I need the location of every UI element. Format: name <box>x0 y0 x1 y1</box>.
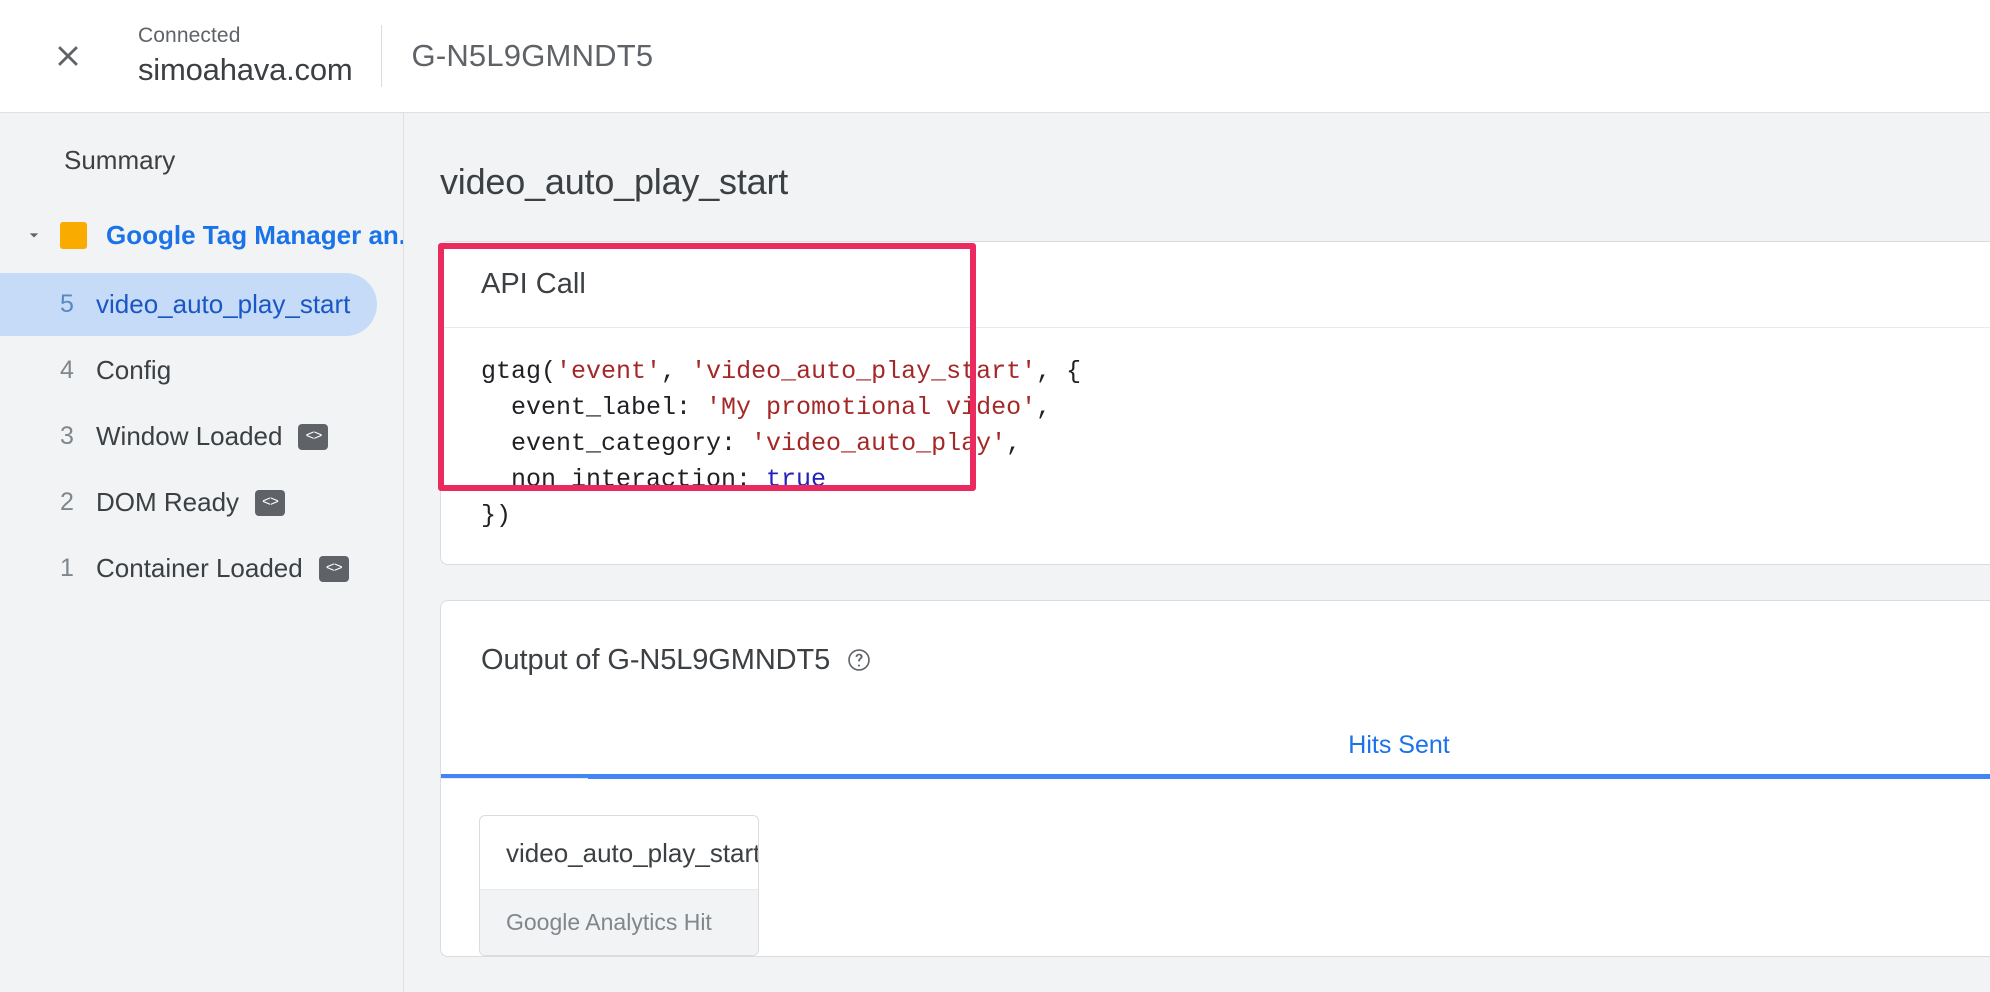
event-label: Window Loaded <box>96 421 283 451</box>
code-token: 'My promotional video' <box>706 393 1037 422</box>
code-token: gtag( <box>481 357 557 386</box>
code-badge-icon: <> <box>318 555 349 582</box>
summary-label: Summary <box>64 144 176 175</box>
sidebar-group-label: Google Tag Manager an... <box>106 219 403 250</box>
output-title: Output of G-N5L9GMNDT5 <box>481 643 831 676</box>
code-badge-icon: <> <box>255 489 286 516</box>
api-call-card: API Call gtag('event', 'video_auto_play_… <box>440 241 1990 565</box>
tab-hits-sent[interactable]: Hits Sent <box>584 731 1990 779</box>
event-number: 2 <box>60 488 74 516</box>
code-token: , <box>661 357 692 386</box>
output-tabs: Hits Sent <box>441 719 1990 779</box>
header-divider <box>380 25 382 87</box>
hit-card-title: video_auto_play_start <box>506 838 759 868</box>
code-token: non_interaction: <box>481 465 767 494</box>
code-token: , <box>1006 429 1022 458</box>
event-label: Config <box>96 355 172 385</box>
preview-header: Connected simoahava.com G-N5L9GMNDT5 <box>0 0 1990 113</box>
hits-list: video_auto_play_start Google Analytics Hi… <box>441 779 1990 956</box>
preview-body: Summary Google Tag Manager an... 5 video_… <box>0 113 1990 992</box>
code-token: event_label: <box>481 393 707 422</box>
connected-domain: simoahava.com <box>138 52 353 88</box>
api-call-section: API Call gtag('event', 'video_auto_play_… <box>438 241 1990 565</box>
connection-info: Connected simoahava.com <box>138 25 353 87</box>
connected-label: Connected <box>138 24 241 48</box>
code-token: event_category: <box>481 429 752 458</box>
hit-card-subtitle: Google Analytics Hit <box>480 889 758 955</box>
close-button[interactable] <box>40 28 96 84</box>
event-number: 5 <box>60 290 74 318</box>
event-label: video_auto_play_start <box>96 289 351 319</box>
event-list: 5 video_auto_play_start 4 Config 3 Window Loa… <box>0 273 403 600</box>
page-title: video_auto_play_start <box>440 161 789 202</box>
api-call-title: API Call <box>481 268 586 300</box>
sidebar-group-gtm[interactable]: Google Tag Manager an... <box>0 197 403 273</box>
sidebar-event-config[interactable]: 4 Config <box>0 339 403 402</box>
measurement-id: G-N5L9GMNDT5 <box>411 38 654 73</box>
event-number: 3 <box>60 422 74 450</box>
gtm-square-icon <box>60 221 87 249</box>
output-card-header: Output of G-N5L9GMNDT5 <box>441 601 1990 719</box>
gtm-preview-window: Connected simoahava.com G-N5L9GMNDT5 Sum… <box>0 0 1990 992</box>
event-label: DOM Ready <box>96 487 240 517</box>
sidebar-event-video-auto-play-start[interactable]: 5 video_auto_play_start <box>0 273 377 336</box>
output-card: Output of G-N5L9GMNDT5 Hits Sent video_a… <box>440 600 1990 957</box>
help-circle-icon[interactable] <box>846 647 872 673</box>
main-panel: video_auto_play_start API Call gtag('eve… <box>404 113 1990 992</box>
event-number: 4 <box>60 356 74 384</box>
close-icon <box>51 39 85 73</box>
event-sidebar: Summary Google Tag Manager an... 5 video_… <box>0 113 404 992</box>
sidebar-event-window-loaded[interactable]: 3 Window Loaded <> <box>0 405 403 468</box>
code-token: 'video_auto_play' <box>751 429 1007 458</box>
api-call-card-body: gtag('event', 'video_auto_play_start', {… <box>441 328 1990 564</box>
code-token: 'video_auto_play_start' <box>691 357 1037 386</box>
api-call-code: gtag('event', 'video_auto_play_start', {… <box>481 354 1990 534</box>
api-call-card-header: API Call <box>441 242 1990 328</box>
code-token: }) <box>481 501 512 530</box>
code-token: , <box>1036 393 1052 422</box>
code-token: , { <box>1036 357 1082 386</box>
chevron-down-icon[interactable] <box>22 223 46 247</box>
code-token: 'event' <box>556 357 662 386</box>
code-token: true <box>766 465 827 494</box>
sidebar-event-container-loaded[interactable]: 1 Container Loaded <> <box>0 537 403 600</box>
hit-card[interactable]: video_auto_play_start Google Analytics Hi… <box>479 815 759 956</box>
event-label: Container Loaded <box>96 553 303 583</box>
sidebar-event-dom-ready[interactable]: 2 DOM Ready <> <box>0 471 403 534</box>
code-badge-icon: <> <box>298 423 329 450</box>
sidebar-item-summary[interactable]: Summary <box>0 123 403 197</box>
tab-active-underline <box>441 774 1990 778</box>
event-number: 1 <box>60 554 74 582</box>
